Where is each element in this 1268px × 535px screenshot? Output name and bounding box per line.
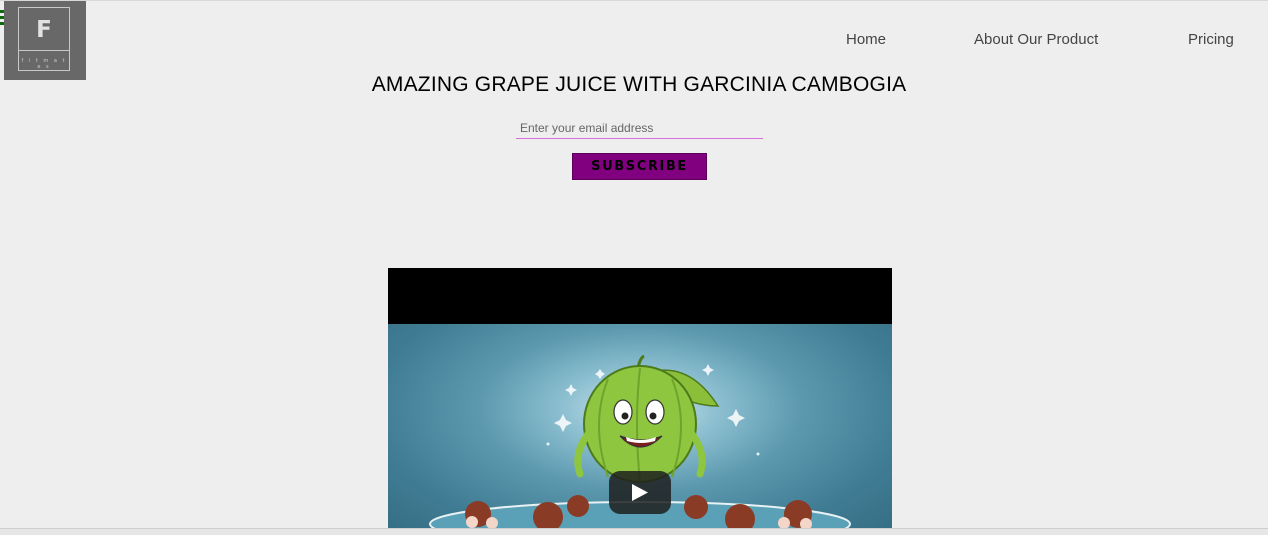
nav-about-our-product[interactable]: About Our Product	[974, 31, 1098, 48]
site-logo[interactable]: F f i t m a t e s	[4, 1, 86, 80]
nav-home[interactable]: Home	[846, 31, 886, 48]
landing-page: F f i t m a t e s Home About Our Product…	[0, 0, 1268, 535]
logo-letter: F	[36, 17, 52, 43]
logo-frame: F f i t m a t e s	[18, 7, 70, 71]
email-input[interactable]	[516, 117, 763, 139]
video-player[interactable]	[388, 268, 892, 535]
video-play-button[interactable]	[609, 471, 671, 514]
play-icon	[632, 484, 648, 501]
logo-subtitle: f i t m a t e s	[21, 58, 67, 70]
subscribe-button[interactable]: SUBSCRIBE	[572, 153, 707, 180]
page-title: AMAZING GRAPE JUICE WITH GARCINIA CAMBOG…	[371, 73, 907, 96]
nav-pricing[interactable]: Pricing	[1188, 31, 1234, 48]
horizontal-scrollbar[interactable]	[0, 528, 1268, 535]
